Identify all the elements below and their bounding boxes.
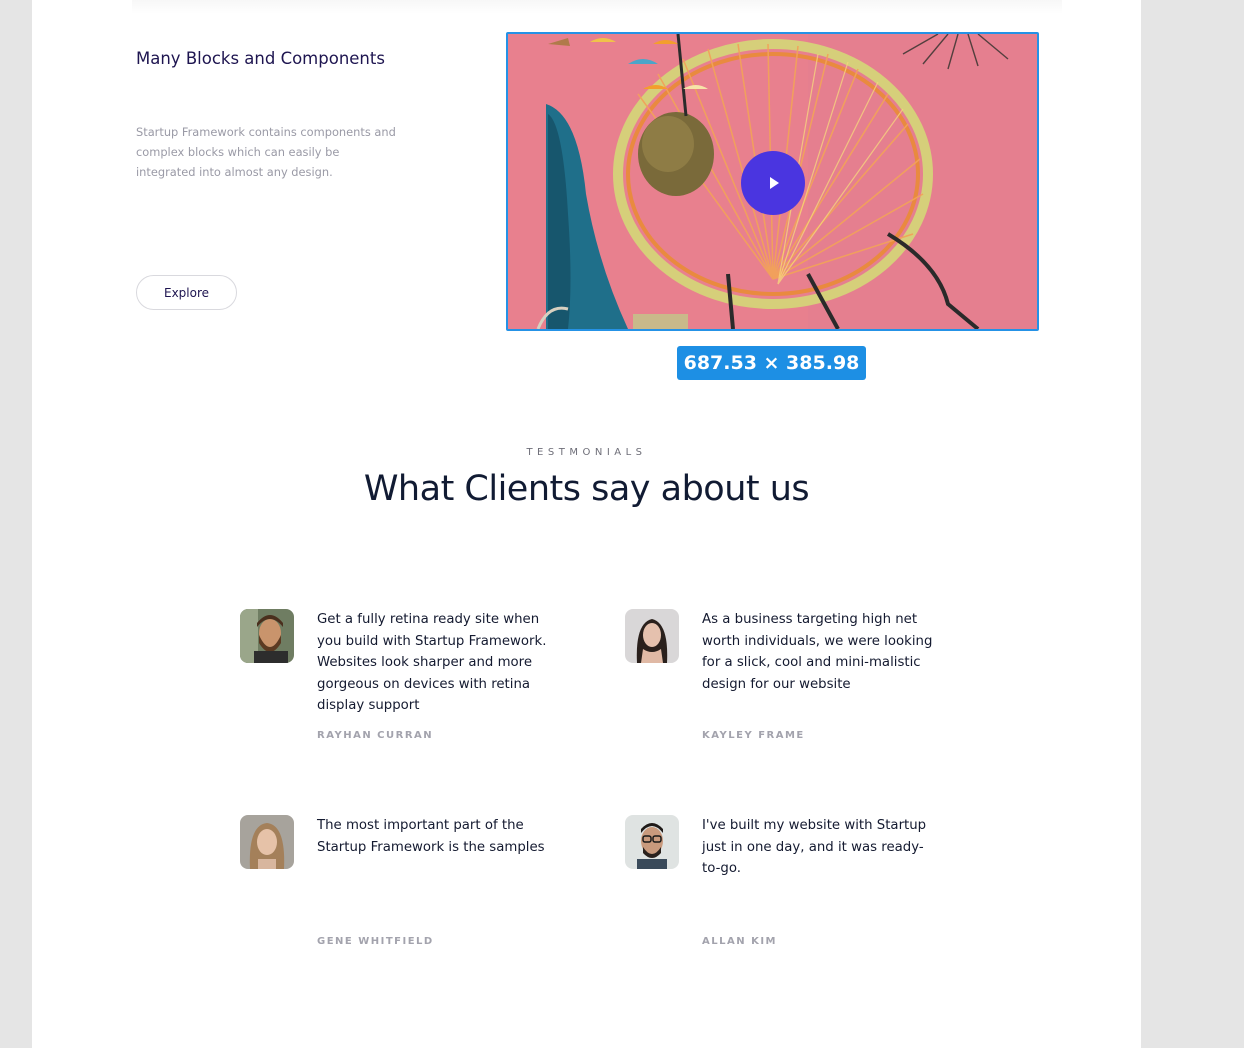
avatar-man-beard-icon [240,609,294,663]
testimonial-card: As a business targeting high net worth i… [625,609,985,769]
testimonial-quote: As a business targeting high net worth i… [702,612,933,692]
testimonial-author: KAYLEY FRAME [702,730,805,741]
testimonial-quote: The most important part of the Startup F… [317,818,545,855]
testimonial-author: GENE WHITFIELD [317,936,434,947]
avatar [240,609,294,663]
avatar [625,609,679,663]
top-divider-shadow [132,0,1062,14]
content-page: Many Blocks and Components Startup Frame… [32,0,1141,1048]
avatar-man-glasses-icon [625,815,679,869]
dimension-badge: 687.53 × 385.98 [677,346,866,380]
video-thumbnail[interactable] [506,32,1039,331]
testimonial-card: I've built my website with Startup just … [625,815,985,975]
testimonial-card: The most important part of the Startup F… [240,815,600,975]
testimonial-quote: Get a fully retina ready site when you b… [317,612,547,714]
section-title: What Clients say about us [363,469,810,509]
testimonial-card: Get a fully retina ready site when you b… [240,609,600,769]
feature-description: Startup Framework contains components an… [136,125,396,179]
explore-button[interactable]: Explore [136,275,237,310]
section-eyebrow: TESTMONIALS [526,447,647,458]
play-button[interactable] [741,151,805,215]
avatar [240,815,294,869]
avatar-woman-dark-hair-icon [625,609,679,663]
feature-title: Many Blocks and Components [136,49,385,68]
testimonial-author: ALLAN KIM [702,936,777,947]
play-icon [770,177,779,189]
testimonial-quote: I've built my website with Startup just … [702,818,927,877]
avatar-woman-blonde-icon [240,815,294,869]
avatar [625,815,679,869]
testimonial-author: RAYHAN CURRAN [317,730,434,741]
